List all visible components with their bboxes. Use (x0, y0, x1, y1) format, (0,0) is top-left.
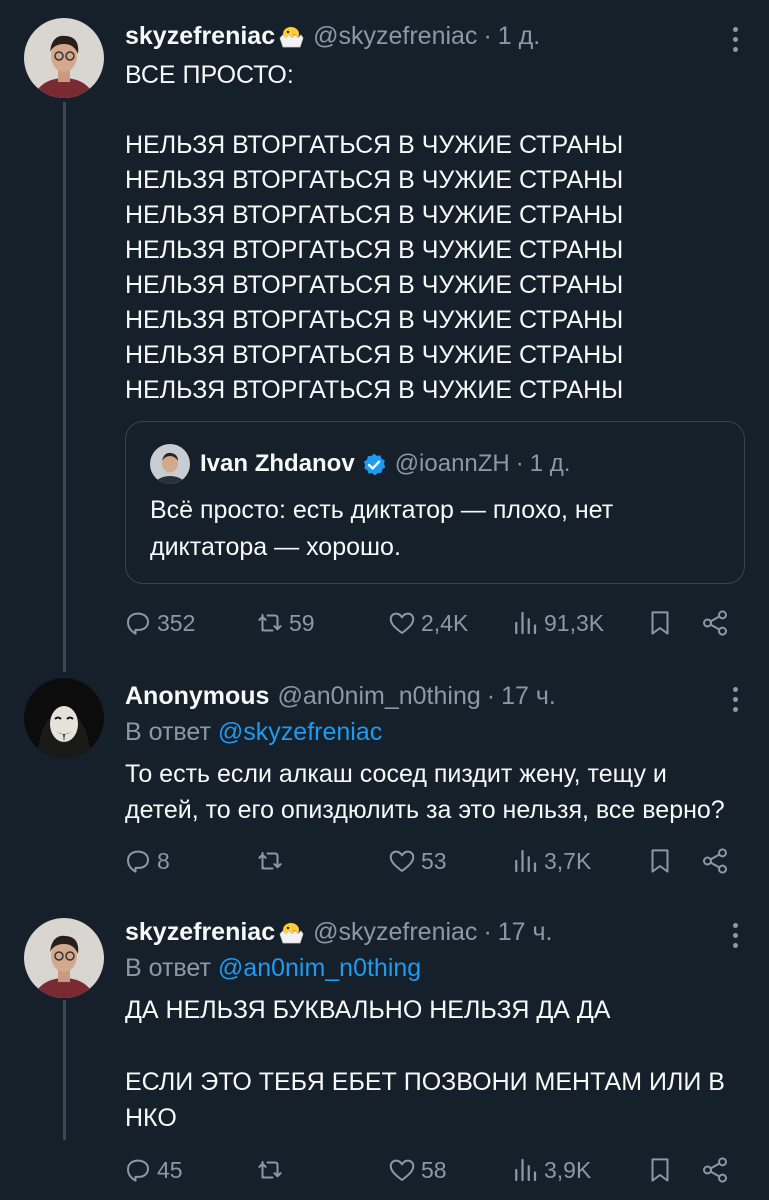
views-button[interactable]: 3,7K (510, 841, 591, 881)
quoted-tweet[interactable]: Ivan Zhdanov @ioannZH · 1 д. Всё просто:… (125, 421, 745, 584)
reply-icon (127, 612, 149, 635)
handle[interactable]: @skyzefreniac (313, 914, 477, 950)
tweet-text: То есть если алкаш сосед пиздит жену, те… (125, 760, 725, 824)
more-icon[interactable] (731, 920, 739, 950)
retweet-button[interactable] (255, 841, 289, 881)
reply-button[interactable]: 352 (123, 603, 195, 643)
action-bar: 352 59 2,4K 91,3K (125, 603, 735, 643)
views-button[interactable]: 3,9K (510, 1150, 591, 1190)
more-icon[interactable] (731, 24, 739, 54)
bookmark-icon (651, 849, 669, 873)
separator-dot: · (483, 918, 492, 946)
verified-badge-icon (361, 451, 387, 477)
chick-emoji-icon (277, 22, 305, 50)
tweet-3[interactable]: skyzefreniac @skyzefreniac · 17 ч. В отв… (0, 900, 769, 1200)
reply-prefix: В ответ (125, 954, 211, 982)
views-count: 3,7K (544, 847, 592, 874)
timestamp[interactable]: 1 д. (498, 18, 540, 54)
bookmark-button[interactable] (645, 1150, 675, 1190)
views-count: 91,3K (544, 609, 605, 636)
reply-count: 45 (157, 1156, 183, 1183)
views-count: 3,9K (544, 1156, 592, 1183)
tweet-text: ВСЕ ПРОСТО: НЕЛЬЗЯ ВТОРГАТЬСЯ В ЧУЖИЕ СТ… (125, 61, 624, 404)
tweet-header: Anonymous @an0nim_n0thing · 17 ч. (125, 678, 745, 714)
retweet-button[interactable]: 59 (255, 603, 315, 643)
reply-button[interactable]: 45 (123, 1150, 183, 1190)
chick-emoji-icon (277, 918, 305, 946)
bookmark-icon (651, 611, 669, 635)
retweet-icon (258, 851, 282, 870)
quote-text: Всё просто: есть диктатор — плохо, нет д… (150, 496, 614, 561)
reply-icon (127, 850, 149, 873)
retweet-count: 59 (289, 609, 315, 636)
views-icon (515, 1158, 537, 1182)
reply-context: В ответ @skyzefreniac (125, 714, 745, 750)
display-name[interactable]: Anonymous (125, 678, 269, 714)
share-button[interactable] (700, 603, 730, 643)
like-icon (389, 612, 415, 634)
views-button[interactable]: 91,3K (510, 603, 604, 643)
reply-count: 8 (157, 847, 170, 874)
tweet-1[interactable]: skyzefreniac @skyzefreniac · 1 д. ВСЕ ПР… (0, 0, 769, 660)
like-button[interactable]: 53 (387, 841, 447, 881)
share-icon (703, 610, 727, 636)
views-icon (515, 849, 537, 873)
display-name[interactable]: skyzefreniac (125, 914, 275, 950)
like-button[interactable]: 58 (387, 1150, 447, 1190)
avatar[interactable] (24, 678, 104, 758)
tweet-text: ДА НЕЛЬЗЯ БУКВАЛЬНО НЕЛЬЗЯ ДА ДА ЕСЛИ ЭТ… (125, 996, 725, 1132)
quote-display-name: Ivan Zhdanov (200, 450, 355, 477)
avatar[interactable] (24, 918, 104, 998)
retweet-icon (258, 613, 282, 632)
like-button[interactable]: 2,4K (387, 603, 468, 643)
reply-button[interactable]: 8 (123, 841, 170, 881)
separator-dot: · (483, 22, 492, 50)
reply-context: В ответ @an0nim_n0thing (125, 950, 745, 986)
share-button[interactable] (700, 1150, 730, 1190)
timestamp[interactable]: 17 ч. (501, 678, 556, 714)
bookmark-icon (651, 1158, 669, 1182)
reply-mention-link[interactable]: @skyzefreniac (218, 718, 382, 746)
action-bar: 45 58 3,9K (125, 1150, 735, 1190)
action-bar: 8 53 3,7K (125, 841, 735, 881)
tweet-2[interactable]: Anonymous @an0nim_n0thing · 17 ч. В отве… (0, 660, 769, 900)
avatar[interactable] (24, 18, 104, 98)
handle[interactable]: @skyzefreniac (313, 18, 477, 54)
views-icon (515, 611, 537, 635)
retweet-button[interactable] (255, 1150, 289, 1190)
tweet-header: skyzefreniac @skyzefreniac · 1 д. (125, 18, 745, 54)
retweet-icon (258, 1160, 282, 1179)
share-button[interactable] (700, 841, 730, 881)
quote-timestamp: 1 д. (529, 450, 571, 477)
separator-dot: · (486, 682, 496, 710)
like-icon (389, 1159, 415, 1181)
reply-prefix: В ответ (125, 718, 211, 746)
share-icon (703, 848, 727, 874)
timestamp[interactable]: 17 ч. (498, 914, 553, 950)
separator-dot: · (515, 450, 524, 477)
handle[interactable]: @an0nim_n0thing (277, 678, 480, 714)
like-count: 53 (421, 847, 447, 874)
reply-count: 352 (157, 609, 196, 636)
like-count: 2,4K (421, 609, 469, 636)
bookmark-button[interactable] (645, 841, 675, 881)
like-count: 58 (421, 1156, 447, 1183)
like-icon (389, 850, 415, 872)
bookmark-button[interactable] (645, 603, 675, 643)
reply-icon (127, 1159, 149, 1182)
quote-handle: @ioannZH (394, 450, 510, 477)
display-name[interactable]: skyzefreniac (125, 18, 275, 54)
reply-mention-link[interactable]: @an0nim_n0thing (218, 954, 421, 982)
quote-avatar (150, 444, 190, 484)
quote-header: Ivan Zhdanov @ioannZH · 1 д. (200, 444, 570, 484)
share-icon (703, 1157, 727, 1183)
more-icon[interactable] (731, 684, 739, 714)
tweet-header: skyzefreniac @skyzefreniac · 17 ч. (125, 914, 745, 950)
